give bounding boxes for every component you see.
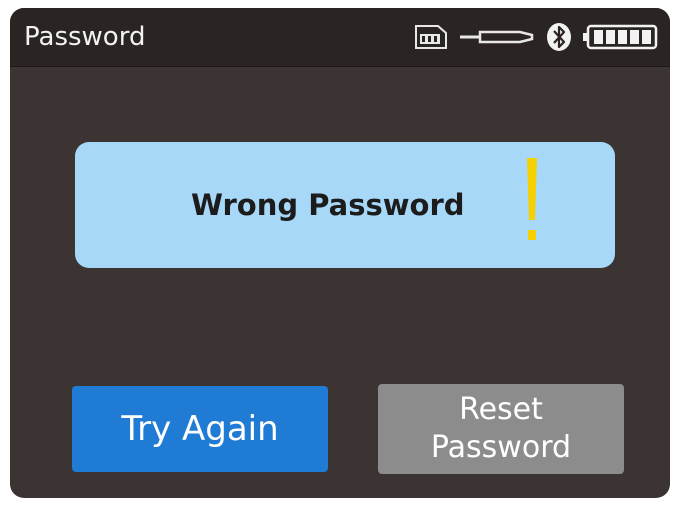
battery-full-icon	[582, 24, 658, 50]
error-message-text: Wrong Password	[191, 188, 465, 222]
exclamation-icon	[521, 156, 543, 252]
usb-cable-icon	[458, 25, 536, 49]
try-again-button[interactable]: Try Again	[72, 386, 328, 472]
status-bar: Password	[10, 8, 670, 67]
device-screen: Password Wrong Password Try Again Reset …	[10, 8, 670, 498]
reset-password-button[interactable]: Reset Password	[378, 384, 624, 474]
error-message-box: Wrong Password	[75, 142, 615, 268]
status-icons	[414, 20, 658, 54]
screen-title: Password	[24, 22, 146, 52]
microsd-card-icon	[414, 24, 448, 50]
bluetooth-icon	[546, 22, 572, 52]
